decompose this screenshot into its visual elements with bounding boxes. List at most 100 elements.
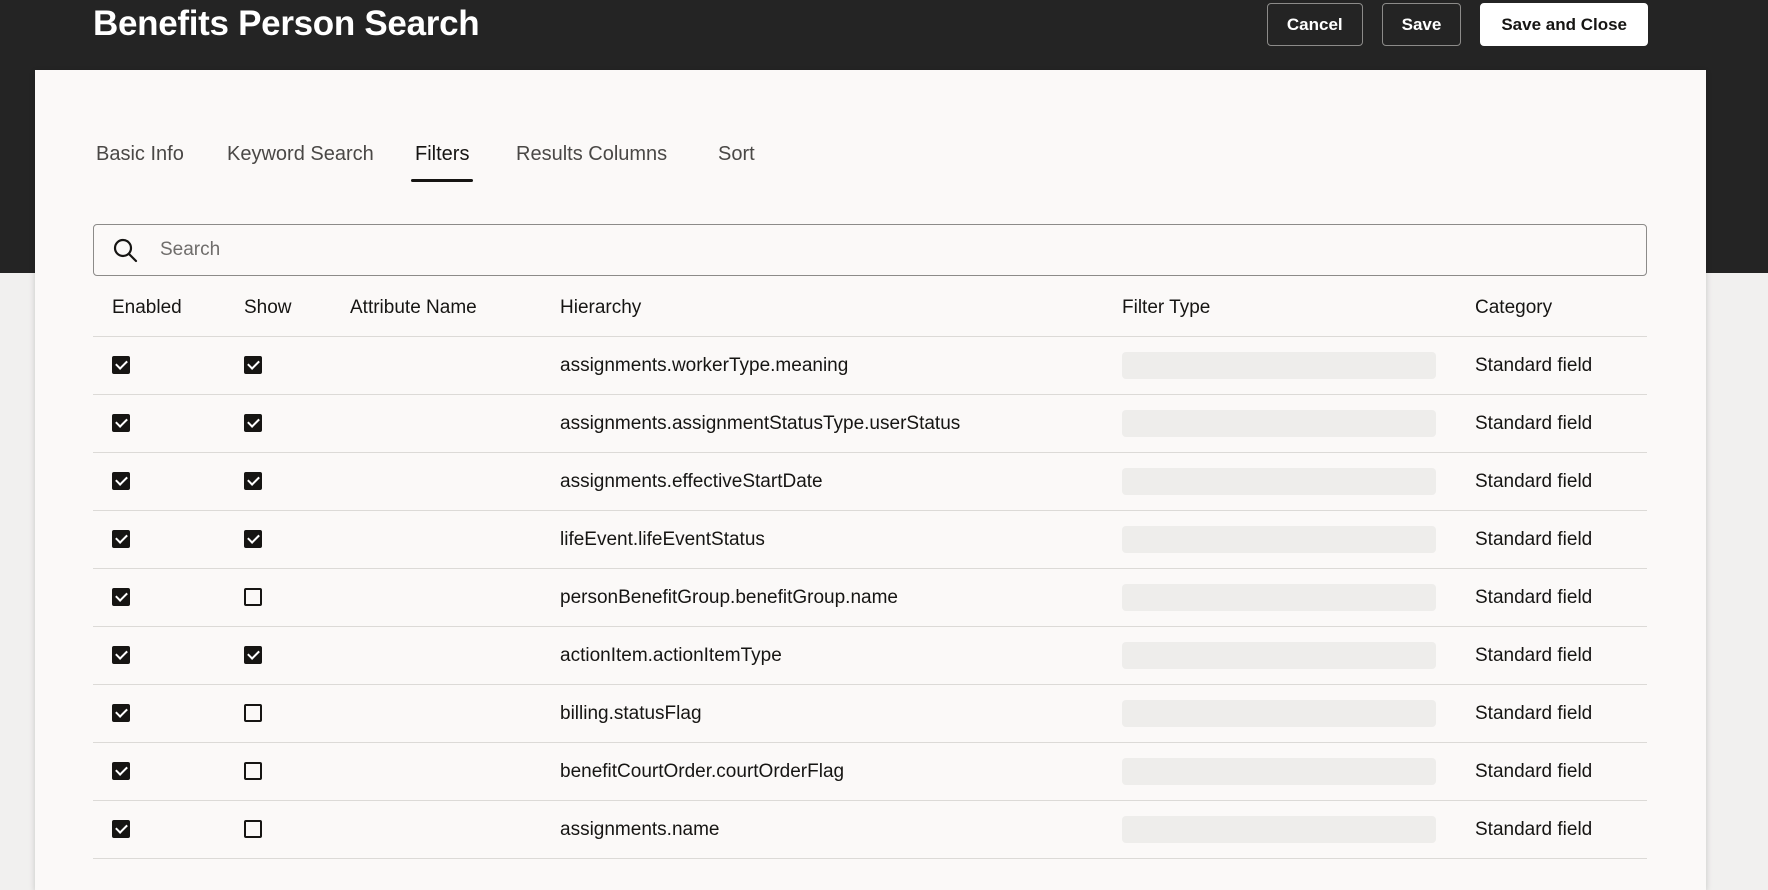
column-header-show[interactable]: Show <box>244 279 350 337</box>
attribute-name-cell <box>350 394 560 453</box>
show-cell <box>244 800 350 859</box>
attribute-name-cell <box>350 568 560 627</box>
show-checkbox[interactable] <box>244 820 262 839</box>
show-cell <box>244 336 350 395</box>
table-row: assignments.effectiveStartDate Standard f… <box>93 452 1647 511</box>
enabled-checkbox[interactable] <box>112 646 130 665</box>
save-and-close-button[interactable]: Save and Close <box>1480 3 1648 46</box>
show-cell <box>244 626 350 685</box>
enabled-checkbox[interactable] <box>112 472 130 491</box>
filter-type-cell <box>1122 626 1475 685</box>
enabled-checkbox[interactable] <box>112 414 130 433</box>
hierarchy-cell: assignments.name <box>560 800 1122 859</box>
column-header-attribute-name[interactable]: Attribute Name <box>350 279 560 337</box>
show-cell <box>244 452 350 511</box>
enabled-cell <box>93 394 244 453</box>
show-checkbox[interactable] <box>244 646 262 665</box>
enabled-checkbox[interactable] <box>112 704 130 723</box>
enabled-checkbox[interactable] <box>112 588 130 607</box>
table-row: assignments.workerType.meaning Standard f… <box>93 336 1647 395</box>
show-cell <box>244 510 350 569</box>
show-checkbox[interactable] <box>244 530 262 549</box>
filter-type-cell <box>1122 684 1475 743</box>
enabled-cell <box>93 336 244 395</box>
content-panel: Basic Info Keyword Search Filters Result… <box>35 70 1706 890</box>
table-row: actionItem.actionItemType Standard field <box>93 626 1647 685</box>
filter-type-select[interactable] <box>1122 410 1436 437</box>
category-cell: Standard field <box>1475 626 1647 685</box>
enabled-cell <box>93 742 244 801</box>
hierarchy-cell: personBenefitGroup.benefitGroup.name <box>560 568 1122 627</box>
table-row: benefitCourtOrder.courtOrderFlag Standard… <box>93 742 1647 801</box>
search-box[interactable] <box>93 224 1647 276</box>
filter-type-cell <box>1122 568 1475 627</box>
show-checkbox[interactable] <box>244 704 262 723</box>
show-checkbox[interactable] <box>244 588 262 607</box>
category-cell: Standard field <box>1475 452 1647 511</box>
tab-results-columns[interactable]: Results Columns <box>516 142 667 166</box>
enabled-checkbox[interactable] <box>112 530 130 549</box>
attribute-name-cell <box>350 800 560 859</box>
enabled-checkbox[interactable] <box>112 820 130 839</box>
filter-type-cell <box>1122 394 1475 453</box>
filter-type-cell <box>1122 510 1475 569</box>
show-cell <box>244 684 350 743</box>
show-cell <box>244 394 350 453</box>
column-header-hierarchy[interactable]: Hierarchy <box>560 279 1122 337</box>
filter-type-select[interactable] <box>1122 352 1436 379</box>
category-cell: Standard field <box>1475 510 1647 569</box>
show-checkbox[interactable] <box>244 762 262 781</box>
filter-type-select[interactable] <box>1122 584 1436 611</box>
filter-type-select[interactable] <box>1122 526 1436 553</box>
table-row: assignments.assignmentStatusType.userSta… <box>93 394 1647 453</box>
filter-type-select[interactable] <box>1122 758 1436 785</box>
attribute-name-cell <box>350 452 560 511</box>
hierarchy-cell: benefitCourtOrder.courtOrderFlag <box>560 742 1122 801</box>
table-header-row: Enabled Show Attribute Name Hierarchy Fi… <box>93 279 1647 337</box>
header-actions: Cancel Save Save and Close <box>1266 3 1648 46</box>
filter-type-cell <box>1122 452 1475 511</box>
category-cell: Standard field <box>1475 742 1647 801</box>
category-cell: Standard field <box>1475 336 1647 395</box>
show-checkbox[interactable] <box>244 472 262 491</box>
attribute-name-cell <box>350 510 560 569</box>
hierarchy-cell: assignments.assignmentStatusType.userSta… <box>560 394 1122 453</box>
enabled-cell <box>93 800 244 859</box>
save-button[interactable]: Save <box>1381 3 1462 46</box>
category-cell: Standard field <box>1475 568 1647 627</box>
search-input[interactable] <box>158 229 1646 271</box>
category-cell: Standard field <box>1475 684 1647 743</box>
table-body: assignments.workerType.meaning Standard f… <box>93 336 1647 859</box>
column-header-filter-type[interactable]: Filter Type <box>1122 279 1475 337</box>
show-checkbox[interactable] <box>244 356 262 375</box>
tab-sort[interactable]: Sort <box>718 142 755 166</box>
filter-type-select[interactable] <box>1122 816 1436 843</box>
attribute-name-cell <box>350 684 560 743</box>
filter-type-select[interactable] <box>1122 642 1436 669</box>
column-header-category[interactable]: Category <box>1475 279 1647 337</box>
filter-type-cell <box>1122 800 1475 859</box>
enabled-cell <box>93 452 244 511</box>
cancel-button[interactable]: Cancel <box>1266 3 1363 46</box>
show-checkbox[interactable] <box>244 414 262 433</box>
enabled-cell <box>93 510 244 569</box>
hierarchy-cell: assignments.workerType.meaning <box>560 336 1122 395</box>
table-row: personBenefitGroup.benefitGroup.name Stan… <box>93 568 1647 627</box>
enabled-cell <box>93 684 244 743</box>
filter-type-select[interactable] <box>1122 468 1436 495</box>
attribute-name-cell <box>350 626 560 685</box>
attribute-name-cell <box>350 742 560 801</box>
tab-keyword-search[interactable]: Keyword Search <box>227 142 374 166</box>
tab-basic-info[interactable]: Basic Info <box>96 142 184 166</box>
filter-type-select[interactable] <box>1122 700 1436 727</box>
show-cell <box>244 568 350 627</box>
tab-filters[interactable]: Filters <box>410 142 474 182</box>
enabled-checkbox[interactable] <box>112 762 130 781</box>
attribute-name-cell <box>350 336 560 395</box>
enabled-checkbox[interactable] <box>112 356 130 375</box>
filters-table: Enabled Show Attribute Name Hierarchy Fi… <box>93 279 1647 859</box>
enabled-cell <box>93 626 244 685</box>
hierarchy-cell: billing.statusFlag <box>560 684 1122 743</box>
filter-type-cell <box>1122 742 1475 801</box>
column-header-enabled[interactable]: Enabled <box>93 279 244 337</box>
